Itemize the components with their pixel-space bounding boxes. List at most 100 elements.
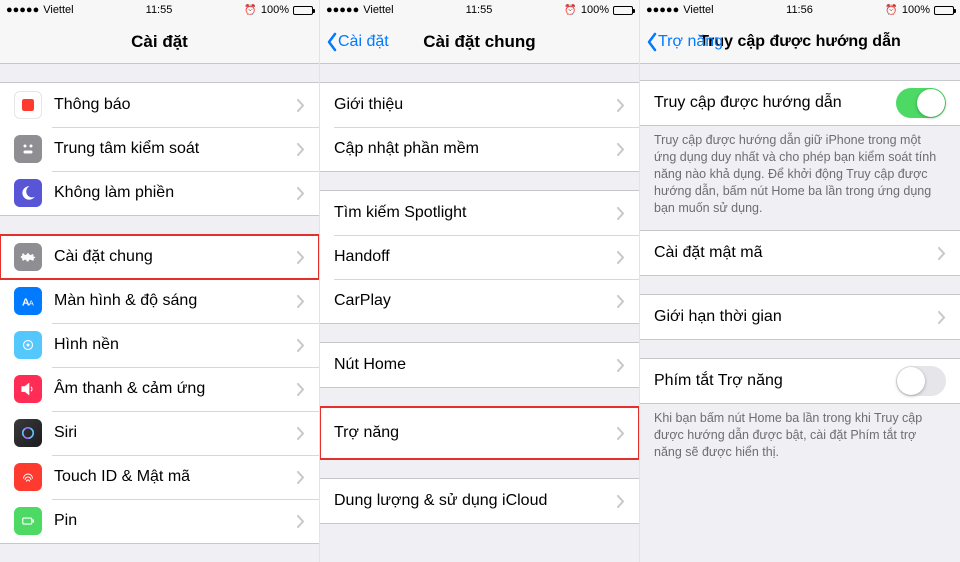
- notifications-icon: [14, 91, 42, 119]
- row-siri[interactable]: Siri: [0, 411, 319, 455]
- control-center-icon: [14, 135, 42, 163]
- battery-percent: 100%: [581, 4, 609, 16]
- chevron-right-icon: [617, 207, 625, 220]
- settings-group: Dung lượng & sử dụng iCloud: [320, 478, 639, 524]
- wallpaper-icon: [14, 331, 42, 359]
- chevron-left-icon: [646, 32, 658, 52]
- chevron-right-icon: [297, 187, 305, 200]
- settings-group: Giới hạn thời gian: [640, 294, 960, 340]
- settings-group: Phím tắt Trợ năng: [640, 358, 960, 404]
- settings-group: Thông báo Trung tâm kiểm soát Không làm …: [0, 82, 319, 216]
- alarm-icon: ⏰: [244, 5, 256, 16]
- chevron-right-icon: [617, 427, 625, 440]
- battery-icon: [14, 507, 42, 535]
- row-label: Âm thanh & cảm ứng: [54, 380, 297, 398]
- row-display[interactable]: AA Màn hình & độ sáng: [0, 279, 319, 323]
- speaker-icon: [14, 375, 42, 403]
- row-label: Trợ năng: [334, 424, 617, 442]
- back-button[interactable]: Trợ năng: [646, 20, 723, 63]
- chevron-left-icon: [326, 32, 338, 52]
- row-control-center[interactable]: Trung tâm kiểm soát: [0, 127, 319, 171]
- row-label: Thông báo: [54, 96, 297, 114]
- battery-icon: [934, 6, 954, 15]
- content-scroll[interactable]: Thông báo Trung tâm kiểm soát Không làm …: [0, 64, 319, 562]
- row-label: Pin: [54, 512, 297, 530]
- row-dnd[interactable]: Không làm phiền: [0, 171, 319, 215]
- chevron-right-icon: [617, 143, 625, 156]
- signal-dots-icon: ●●●●●: [646, 4, 679, 16]
- row-label: Giới thiệu: [334, 96, 617, 114]
- row-storage-icloud[interactable]: Dung lượng & sử dụng iCloud: [320, 479, 639, 523]
- settings-group: Nút Home: [320, 342, 639, 388]
- row-home-button[interactable]: Nút Home: [320, 343, 639, 387]
- row-sounds[interactable]: Âm thanh & cảm ứng: [0, 367, 319, 411]
- row-label: Phím tắt Trợ năng: [654, 372, 896, 390]
- page-title: Cài đặt chung: [423, 32, 535, 52]
- content-scroll[interactable]: Truy cập được hướng dẫn Truy cập được hư…: [640, 64, 960, 562]
- moon-icon: [14, 179, 42, 207]
- nav-bar: Trợ năng Truy cập được hướng dẫn: [640, 20, 960, 64]
- chevron-right-icon: [938, 247, 946, 260]
- guided-access-pane: ●●●●● Viettel 11:56 ⏰ 100% Trợ năng Truy…: [640, 0, 960, 562]
- status-bar: ●●●●● Viettel 11:56 ⏰ 100%: [640, 0, 960, 20]
- row-label: Tìm kiếm Spotlight: [334, 204, 617, 222]
- back-button[interactable]: Cài đặt: [326, 20, 389, 63]
- settings-group: Truy cập được hướng dẫn: [640, 80, 960, 126]
- settings-group: Trợ năng: [320, 406, 639, 460]
- row-touchid[interactable]: Touch ID & Mật mã: [0, 455, 319, 499]
- toggle-switch[interactable]: [896, 88, 946, 118]
- row-time-limits[interactable]: Giới hạn thời gian: [640, 295, 960, 339]
- carrier-label: Viettel: [43, 4, 73, 16]
- gear-icon: [14, 243, 42, 271]
- row-accessibility[interactable]: Trợ năng: [320, 407, 639, 459]
- row-handoff[interactable]: Handoff: [320, 235, 639, 279]
- row-label: Không làm phiền: [54, 184, 297, 202]
- row-general[interactable]: Cài đặt chung: [0, 235, 319, 279]
- row-guided-access-toggle[interactable]: Truy cập được hướng dẫn: [640, 81, 960, 125]
- row-label: Màn hình & độ sáng: [54, 292, 297, 310]
- chevron-right-icon: [617, 251, 625, 264]
- status-time: 11:56: [786, 4, 813, 16]
- toggle-switch[interactable]: [896, 366, 946, 396]
- alarm-icon: ⏰: [885, 5, 897, 16]
- page-title: Truy cập được hướng dẫn: [699, 33, 901, 51]
- row-carplay[interactable]: CarPlay: [320, 279, 639, 323]
- battery-percent: 100%: [902, 4, 930, 16]
- general-pane: ●●●●● Viettel 11:55 ⏰ 100% Cài đặt Cài đ…: [320, 0, 640, 562]
- chevron-right-icon: [297, 471, 305, 484]
- chevron-right-icon: [297, 515, 305, 528]
- row-wallpaper[interactable]: Hình nền: [0, 323, 319, 367]
- status-time: 11:55: [466, 4, 493, 16]
- row-software-update[interactable]: Cập nhật phần mềm: [320, 127, 639, 171]
- settings-group: Cài đặt chung AA Màn hình & độ sáng Hình…: [0, 234, 319, 544]
- chevron-right-icon: [297, 427, 305, 440]
- row-about[interactable]: Giới thiệu: [320, 83, 639, 127]
- row-label: Giới hạn thời gian: [654, 308, 938, 326]
- row-notifications[interactable]: Thông báo: [0, 83, 319, 127]
- chevron-right-icon: [297, 143, 305, 156]
- row-accessibility-shortcut-toggle[interactable]: Phím tắt Trợ năng: [640, 359, 960, 403]
- back-label: Trợ năng: [658, 33, 723, 51]
- group-footer: Khi bạn bấm nút Home ba lần trong khi Tr…: [640, 404, 960, 461]
- nav-bar: Cài đặt: [0, 20, 319, 64]
- row-label: Trung tâm kiểm soát: [54, 140, 297, 158]
- battery-percent: 100%: [261, 4, 289, 16]
- chevron-right-icon: [617, 99, 625, 112]
- nav-bar: Cài đặt Cài đặt chung: [320, 20, 639, 64]
- battery-icon: [613, 6, 633, 15]
- row-label: Hình nền: [54, 336, 297, 354]
- row-label: CarPlay: [334, 292, 617, 310]
- row-label: Cài đặt mật mã: [654, 244, 938, 262]
- row-battery[interactable]: Pin: [0, 499, 319, 543]
- settings-group: Cài đặt mật mã: [640, 230, 960, 276]
- page-title: Cài đặt: [131, 32, 188, 52]
- content-scroll[interactable]: Giới thiệu Cập nhật phần mềm Tìm kiếm Sp…: [320, 64, 639, 562]
- status-bar: ●●●●● Viettel 11:55 ⏰ 100%: [0, 0, 319, 20]
- chevron-right-icon: [297, 383, 305, 396]
- row-label: Handoff: [334, 248, 617, 266]
- row-passcode-settings[interactable]: Cài đặt mật mã: [640, 231, 960, 275]
- row-spotlight[interactable]: Tìm kiếm Spotlight: [320, 191, 639, 235]
- row-label: Cài đặt chung: [54, 248, 297, 266]
- row-label: Dung lượng & sử dụng iCloud: [334, 492, 617, 510]
- row-label: Cập nhật phần mềm: [334, 140, 617, 158]
